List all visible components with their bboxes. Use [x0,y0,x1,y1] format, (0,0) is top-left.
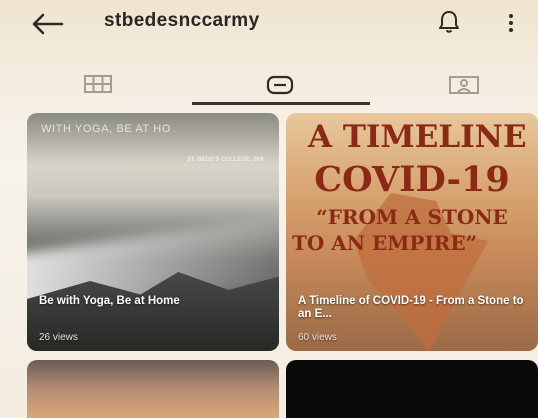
poster-line-4: TO AN EMPIRE” [292,231,478,255]
bell-icon[interactable] [437,9,461,35]
profile-username: stbedesnccarmy [104,10,260,31]
guide-card-yoga[interactable]: WITH YOGA, BE AT HO ST. BEDE'S COLLEGE, … [27,113,279,351]
view-count: 60 views [298,332,337,343]
active-tab-indicator [192,102,370,105]
guide-card-thumbnail[interactable] [286,360,538,418]
top-bar: stbedesnccarmy [0,0,538,50]
poster-line-3: “FROM A STONE [316,205,508,229]
poster-title-text: WITH YOGA, BE AT HO [41,123,171,135]
tab-grid[interactable] [23,62,173,106]
guide-title: Be with Yoga, Be at Home [39,295,180,307]
back-arrow-icon[interactable] [30,12,64,36]
guide-title: A Timeline of COVID-19 - From a Stone to… [298,295,524,320]
profile-tabs [0,62,538,106]
guide-card-covid-timeline[interactable]: A TIMELINE OI COVID-19 “FROM A STONE TO … [286,113,538,351]
grid-icon [84,75,112,93]
guides-icon [266,75,294,95]
guide-card-thumbnail[interactable] [27,360,279,418]
more-vertical-icon[interactable] [504,11,518,35]
profile-screen: stbedesnccarmy WITH YOGA, BE AT HO ST. B… [0,0,538,418]
tab-tagged[interactable] [390,62,538,106]
view-count: 26 views [39,332,78,343]
tagged-icon [449,76,479,94]
poster-subtitle-text: ST. BEDE'S COLLEGE, SHI [187,157,264,163]
poster-line-2: COVID-19 [314,159,510,200]
tab-guides[interactable] [192,62,370,106]
poster-line-1: A TIMELINE OI [308,119,538,155]
